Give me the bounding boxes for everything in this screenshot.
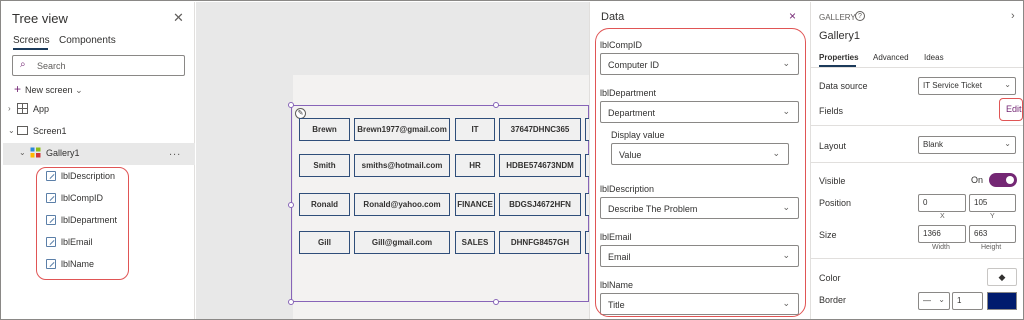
tree-item-label: Gallery1 — [46, 148, 80, 158]
divider — [811, 67, 1023, 68]
height-label: Height — [981, 244, 1002, 251]
screen-icon — [17, 126, 28, 135]
design-canvas[interactable]: ✎ Brewn Brewn1977@gmail.com IT 37647DHNC… — [196, 2, 589, 319]
search-icon: ⌕ — [20, 59, 26, 70]
chevron-right-icon[interactable]: › — [1011, 10, 1015, 22]
tree-view-title: Tree view — [12, 11, 68, 26]
position-y-input[interactable]: 105 — [969, 194, 1016, 212]
chevron-down-icon[interactable]: ⌄ — [8, 126, 15, 135]
resize-handle[interactable] — [288, 102, 294, 108]
data-source-label: Data source — [819, 81, 868, 91]
tab-screens[interactable]: Screens — [13, 35, 50, 46]
active-tab-indicator — [13, 48, 48, 50]
data-pane: Data × lblCompID Computer ID ⌄ lblDepartm… — [589, 2, 809, 319]
tab-ideas[interactable]: Ideas — [924, 53, 944, 62]
gallery-cell-name[interactable]: Gill — [299, 231, 350, 254]
close-icon[interactable]: × — [789, 9, 796, 23]
properties-pane: GALLERY ? › Gallery1 Properties Advanced… — [810, 2, 1023, 319]
resize-handle[interactable] — [493, 299, 499, 305]
gallery-cell-department[interactable]: HR — [455, 154, 495, 177]
gallery-cell-name[interactable]: Brewn — [299, 118, 350, 141]
search-placeholder: Search — [37, 61, 66, 71]
width-input[interactable]: 1366 — [918, 225, 966, 243]
gallery-cell-compid[interactable]: BDGSJ4672HFN — [499, 193, 581, 216]
gallery-cell-compid[interactable]: 37647DHNC365 — [499, 118, 581, 141]
gallery-cell-compid[interactable]: DHNFG8457GH — [499, 231, 581, 254]
new-screen-label: New screen — [25, 85, 73, 95]
gallery-cell-name[interactable]: Smith — [299, 154, 350, 177]
data-pane-title: Data — [601, 11, 625, 23]
close-icon[interactable]: ✕ — [173, 10, 184, 26]
tree-item-app[interactable]: › App — [3, 99, 195, 121]
tree-item-screen1[interactable]: ⌄ Screen1 — [3, 121, 195, 143]
resize-handle[interactable] — [493, 102, 499, 108]
edit-fields-link[interactable]: Edit — [1006, 104, 1022, 114]
chevron-down-icon: ⌄ — [75, 85, 83, 95]
divider — [811, 125, 1023, 126]
tab-properties[interactable]: Properties — [819, 53, 859, 62]
width-label: Width — [932, 244, 950, 251]
border-style-dropdown[interactable]: — ⌄ — [918, 292, 950, 310]
control-type-label: GALLERY — [819, 13, 856, 22]
fill-color-icon[interactable]: ◆ — [987, 268, 1017, 286]
control-name[interactable]: Gallery1 — [819, 30, 860, 42]
visible-toggle[interactable] — [989, 173, 1017, 187]
chevron-right-icon[interactable]: › — [8, 104, 11, 113]
highlight-annotation — [595, 28, 806, 317]
app-icon — [17, 103, 28, 114]
chevron-down-icon[interactable]: ⌄ — [19, 148, 26, 157]
app-frame: Tree view ✕ Screens Components ⌕ Search … — [0, 0, 1024, 320]
chevron-down-icon: ⌄ — [1004, 139, 1011, 148]
layout-dropdown[interactable]: Blank ⌄ — [918, 136, 1016, 154]
fields-label: Fields — [819, 106, 844, 116]
gallery-cell-name[interactable]: Ronald — [299, 193, 350, 216]
search-input[interactable]: ⌕ Search — [12, 55, 185, 76]
tree-item-gallery1[interactable]: ⌄ Gallery1 ... — [3, 143, 195, 165]
size-label: Size — [819, 230, 837, 240]
gallery-cell-email[interactable]: Ronald@yahoo.com — [354, 193, 450, 216]
new-screen-button[interactable]: + New screen ⌄ — [14, 82, 83, 96]
highlight-annotation — [36, 167, 129, 280]
divider — [811, 258, 1023, 259]
border-label: Border — [819, 295, 847, 305]
tab-advanced[interactable]: Advanced — [873, 53, 909, 62]
layout-label: Layout — [819, 141, 847, 151]
data-source-dropdown[interactable]: IT Service Ticket ⌄ — [918, 77, 1016, 95]
gallery-cell-compid[interactable]: HDBE574673NDM — [499, 154, 581, 177]
tree-item-label: Screen1 — [33, 126, 67, 136]
y-label: Y — [990, 213, 995, 220]
visible-label: Visible — [819, 176, 846, 186]
gallery-cell-email[interactable]: smiths@hotmail.com — [354, 154, 450, 177]
resize-handle[interactable] — [288, 299, 294, 305]
height-input[interactable]: 663 — [969, 225, 1016, 243]
divider — [811, 162, 1023, 163]
tab-components[interactable]: Components — [59, 35, 116, 46]
gallery-cell-email[interactable]: Gill@gmail.com — [354, 231, 450, 254]
resize-handle[interactable] — [288, 202, 294, 208]
border-color-swatch[interactable] — [987, 292, 1017, 310]
tree-item-label: App — [33, 104, 50, 114]
gallery-icon — [30, 147, 41, 158]
x-label: X — [940, 213, 945, 220]
visible-state: On — [971, 175, 984, 185]
chevron-down-icon: ⌄ — [938, 295, 945, 304]
chevron-down-icon: ⌄ — [1004, 80, 1011, 89]
border-width-input[interactable]: 1 — [952, 292, 983, 310]
gallery-cell-department[interactable]: IT — [455, 118, 495, 141]
help-icon[interactable]: ? — [855, 11, 865, 21]
gallery-cell-department[interactable]: FINANCE — [455, 193, 495, 216]
more-options-icon[interactable]: ... — [169, 146, 181, 158]
gallery-cell-department[interactable]: SALES — [455, 231, 495, 254]
plus-icon: + — [14, 82, 22, 96]
gallery-cell-email[interactable]: Brewn1977@gmail.com — [354, 118, 450, 141]
color-label: Color — [819, 273, 841, 283]
position-x-input[interactable]: 0 — [918, 194, 966, 212]
position-label: Position — [819, 198, 852, 208]
